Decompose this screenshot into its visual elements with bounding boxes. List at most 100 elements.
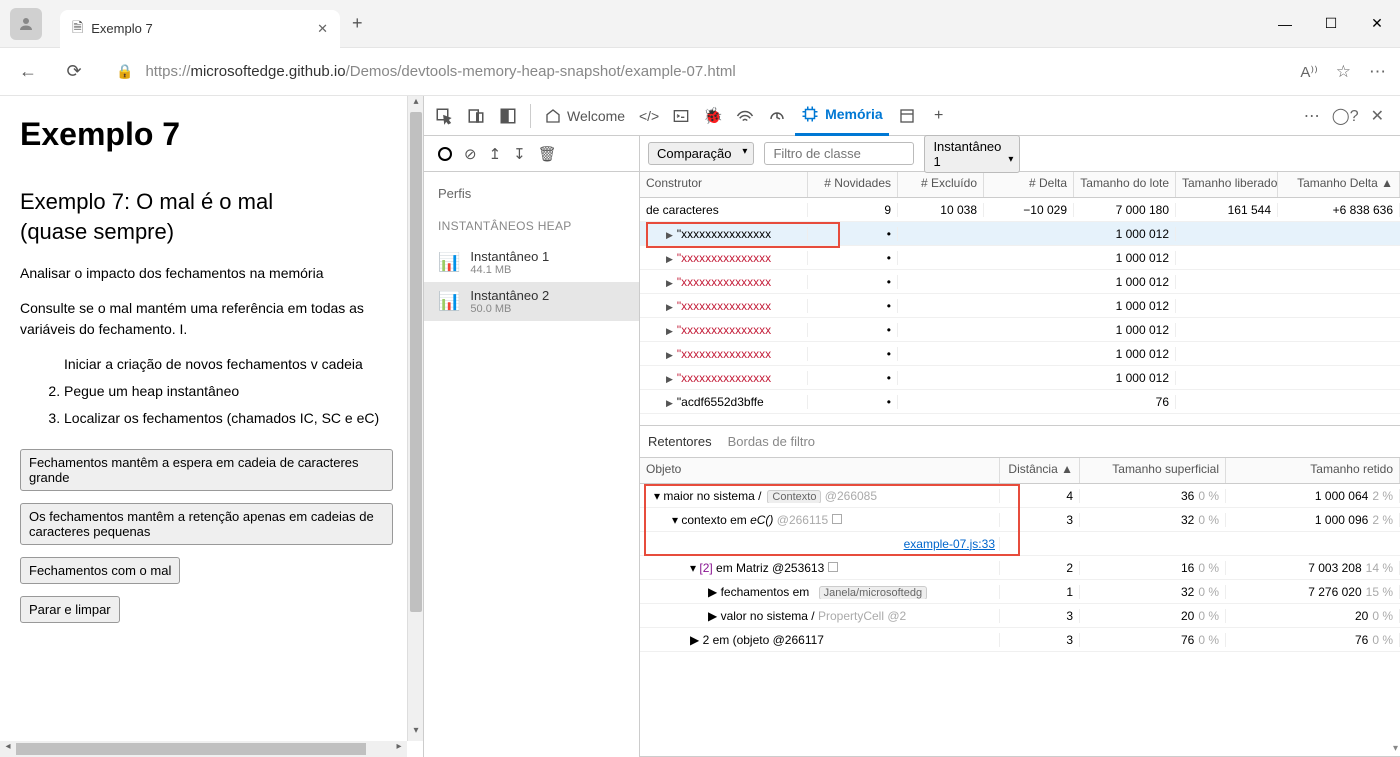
add-tab-icon[interactable]: + <box>925 102 953 130</box>
maximize-button[interactable]: ☐ <box>1308 4 1354 44</box>
url-box[interactable]: 🔒 https://microsoftedge.github.io/Demos/… <box>106 63 1282 80</box>
scrollbar-horizontal[interactable]: ◂ ▸ <box>0 741 407 757</box>
favorite-icon[interactable]: ☆ <box>1336 62 1351 82</box>
base-snapshot-dropdown[interactable]: Instantâneo 1 <box>924 135 1020 173</box>
table-row[interactable]: ▶"xxxxxxxxxxxxxxx•1 000 012 <box>640 342 1400 366</box>
page-icon: 🗎 <box>72 17 83 41</box>
btn-small-string[interactable]: Os fechamentos mantêm a retenção apenas … <box>20 503 393 545</box>
memory-tab[interactable]: Memória <box>795 96 889 136</box>
snapshot-1[interactable]: 📊 Instantâneo 1 44.1 MB <box>424 243 639 282</box>
page-li1: Iniciar a criação de novos fechamentos v… <box>64 354 393 375</box>
close-window-button[interactable]: ✕ <box>1354 4 1400 44</box>
refresh-button[interactable]: ⟳ <box>60 61 88 82</box>
th-new[interactable]: # Novidades <box>808 172 898 197</box>
retainer-row[interactable]: example-07.js:33 <box>640 532 1400 556</box>
table-row[interactable]: ▶"xxxxxxxxxxxxxxx•1 000 012 <box>640 222 1400 246</box>
elements-icon[interactable]: </> <box>635 102 663 130</box>
url-text: https://microsoftedge.github.io/Demos/de… <box>145 63 735 80</box>
retainers-table-header: Objeto Distância ▲ Tamanho superficial T… <box>640 458 1400 484</box>
th-distance[interactable]: Distância ▲ <box>1000 458 1080 483</box>
th-shallow[interactable]: Tamanho superficial <box>1080 458 1226 483</box>
more-icon[interactable]: ⋯ <box>1369 62 1386 82</box>
retainers-table-body[interactable]: ▾ maior no sistema /Contexto @2660854360… <box>640 484 1400 757</box>
tab-title: Exemplo 7 <box>91 21 317 36</box>
filter-edges-tab[interactable]: Bordas de filtro <box>728 434 815 449</box>
export-icon[interactable]: ↥ <box>489 145 502 163</box>
retainer-row[interactable]: ▶ valor no sistema / PropertyCell @23200… <box>640 604 1400 628</box>
retainers-tab[interactable]: Retentores <box>648 434 712 449</box>
th-sizedelta[interactable]: Tamanho Delta ▲ <box>1278 172 1400 197</box>
help-icon[interactable]: ◯? <box>1332 106 1359 126</box>
th-delta[interactable]: # Delta <box>984 172 1074 197</box>
page-h2: Exemplo 7: O mal é o mal <box>20 189 393 215</box>
snapshot-2[interactable]: 📊 Instantâneo 2 50.0 MB <box>424 282 639 321</box>
th-object[interactable]: Objeto <box>640 458 1000 483</box>
application-icon[interactable] <box>893 102 921 130</box>
btn-evil[interactable]: Fechamentos com o mal <box>20 557 180 584</box>
minimize-button[interactable]: — <box>1262 4 1308 44</box>
view-dropdown[interactable]: Comparação <box>648 142 754 165</box>
device-icon[interactable] <box>462 102 490 130</box>
th-freed[interactable]: Tamanho liberado <box>1176 172 1278 197</box>
page-li3: Localizar os fechamentos (chamados IC, S… <box>64 408 393 429</box>
class-filter-input[interactable] <box>764 142 914 165</box>
import-icon[interactable]: ↧ <box>513 145 526 163</box>
btn-clear[interactable]: Parar e limpar <box>20 596 120 623</box>
retainer-row[interactable]: ▾ contexto em eC() @2661153320 %1 000 09… <box>640 508 1400 532</box>
back-button[interactable]: ← <box>14 61 42 82</box>
th-deleted[interactable]: # Excluído <box>898 172 984 197</box>
welcome-tab[interactable]: Welcome <box>539 96 631 136</box>
profile-icon[interactable] <box>10 8 42 40</box>
th-constructor[interactable]: Construtor <box>640 172 808 197</box>
lock-icon: 🔒 <box>116 63 133 80</box>
sources-icon[interactable]: 🐞 <box>699 102 727 130</box>
profiles-label: Perfis <box>438 186 639 201</box>
dock-icon[interactable] <box>494 102 522 130</box>
retainers-tabs: Retentores Bordas de filtro <box>640 426 1400 458</box>
console-icon[interactable] <box>667 102 695 130</box>
page-li2: Pegue um heap instantâneo <box>64 381 393 402</box>
page-h1: Exemplo 7 <box>20 116 393 153</box>
comparison-table-body[interactable]: de caracteres 9 10 038 −10 029 7 000 180… <box>640 198 1400 426</box>
snapshot-icon: 📊 <box>438 252 460 273</box>
table-row[interactable]: ▶"xxxxxxxxxxxxxxx•1 000 012 <box>640 366 1400 390</box>
read-aloud-icon[interactable]: A⁾⁾ <box>1300 63 1317 81</box>
retainer-row[interactable]: ▶ fechamentos em Janela/microsoftedg1320… <box>640 580 1400 604</box>
table-row[interactable]: ▶"xxxxxxxxxxxxxxx•1 000 012 <box>640 270 1400 294</box>
snapshot-icon: 📊 <box>438 291 460 312</box>
page-content: Exemplo 7 Exemplo 7: O mal é o mal (quas… <box>0 96 424 757</box>
clear-icon[interactable]: ⊘ <box>464 145 477 163</box>
performance-icon[interactable] <box>763 102 791 130</box>
inspect-icon[interactable] <box>430 102 458 130</box>
network-icon[interactable] <box>731 102 759 130</box>
heap-snapshots-label: INSTANTÂNEOS HEAP <box>438 219 639 233</box>
btn-large-string[interactable]: Fechamentos mantêm a espera em cadeia de… <box>20 449 393 491</box>
scrollbar-vertical[interactable]: ▴ ▾ <box>407 96 423 741</box>
gc-icon[interactable]: 🗑 <box>538 145 557 163</box>
page-p1: Analisar o impacto dos fechamentos na me… <box>20 263 393 284</box>
new-tab-button[interactable]: + <box>352 13 363 34</box>
table-row[interactable]: ▶"xxxxxxxxxxxxxxx•1 000 012 <box>640 294 1400 318</box>
memory-toolbar: ⊘ ↥ ↧ 🗑 Comparação Instantâneo 1 <box>424 136 1400 172</box>
address-bar: ← ⟳ 🔒 https://microsoftedge.github.io/De… <box>0 48 1400 96</box>
th-alloc[interactable]: Tamanho do lote <box>1074 172 1176 197</box>
close-devtools-icon[interactable]: ✕ <box>1371 106 1384 126</box>
devtools-tabs: Welcome </> 🐞 Memória + ⋯ ◯? ✕ <box>424 96 1400 136</box>
table-row[interactable]: de caracteres 9 10 038 −10 029 7 000 180… <box>640 198 1400 222</box>
table-row[interactable]: ▶"acdf6552d3bffe•76 <box>640 390 1400 414</box>
close-tab-icon[interactable]: ✕ <box>317 21 328 37</box>
table-row[interactable]: ▶"xxxxxxxxxxxxxxx•1 000 012 <box>640 246 1400 270</box>
retainer-row[interactable]: ▶ 2 em (objeto @2661173760 %760 % <box>640 628 1400 652</box>
page-h3: (quase sempre) <box>20 219 393 245</box>
source-link: example-07.js:33 <box>904 537 995 551</box>
th-retained[interactable]: Tamanho retido <box>1226 458 1400 483</box>
retainer-row[interactable]: ▾ maior no sistema /Contexto @2660854360… <box>640 484 1400 508</box>
scroll-indicator: ▾ <box>1393 743 1398 754</box>
record-button[interactable] <box>438 147 452 161</box>
more-tools-icon[interactable]: ⋯ <box>1304 106 1320 126</box>
table-row[interactable]: ▶"xxxxxxxxxxxxxxx•1 000 012 <box>640 318 1400 342</box>
profiles-sidebar: Perfis INSTANTÂNEOS HEAP 📊 Instantâneo 1… <box>424 172 640 757</box>
browser-tab[interactable]: 🗎 Exemplo 7 ✕ <box>60 10 340 48</box>
retainer-row[interactable]: ▾ [2] em Matriz @2536132160 %7 003 20814… <box>640 556 1400 580</box>
page-p2: Consulte se o mal mantém uma referência … <box>20 298 393 340</box>
